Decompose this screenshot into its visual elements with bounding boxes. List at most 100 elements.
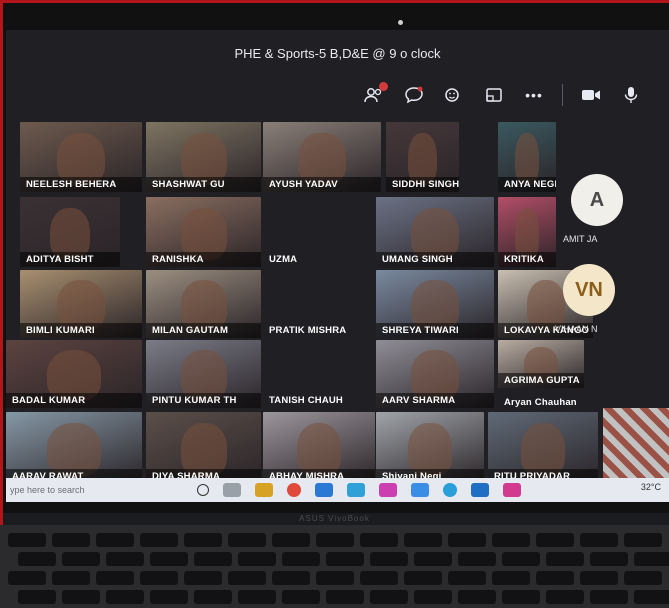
- keyboard-key: [360, 533, 398, 547]
- taskbar-search[interactable]: ype here to search: [6, 479, 190, 501]
- participant-name: TANISH CHAUH: [269, 395, 343, 406]
- participant-tile[interactable]: SIDDHI SINGH: [386, 122, 459, 192]
- participant-tile[interactable]: AARV SHARMA: [376, 340, 494, 408]
- keyboard-key: [272, 571, 310, 585]
- keyboard-key: [458, 590, 496, 604]
- avatar[interactable]: VN: [563, 264, 615, 316]
- meeting-title: PHE & Sports-5 B,D&E @ 9 o clock: [234, 46, 441, 61]
- participant-name: SHREYA TIWARI: [376, 323, 494, 338]
- keyboard-key: [150, 552, 188, 566]
- participant-tile[interactable]: Aryan Chauhan: [498, 390, 593, 410]
- chrome-icon[interactable]: [287, 483, 301, 497]
- keyboard-key: [370, 552, 408, 566]
- share-screen-icon[interactable]: [474, 82, 514, 108]
- meeting-toolbar: •••: [354, 82, 651, 108]
- more-glyph: •••: [525, 87, 543, 103]
- participant-tile[interactable]: PINTU KUMAR TH: [146, 340, 261, 408]
- task-view-icon[interactable]: [223, 483, 241, 497]
- more-icon[interactable]: •••: [514, 82, 554, 108]
- keyboard-key: [184, 571, 222, 585]
- participants-icon[interactable]: [354, 82, 394, 108]
- participant-tile[interactable]: AARAV RAWAT: [6, 412, 142, 484]
- keyboard-key: [96, 571, 134, 585]
- keyboard-key: [316, 533, 354, 547]
- keyboard-key: [404, 533, 442, 547]
- keyboard-key: [272, 533, 310, 547]
- participant-name: AYUSH YADAV: [263, 177, 381, 192]
- participant-tile[interactable]: MILAN GAUTAM: [146, 270, 261, 338]
- store-icon[interactable]: [315, 483, 333, 497]
- participant-tile[interactable]: TANISH CHAUH: [263, 340, 375, 408]
- participant-tile[interactable]: DIYA SHARMA: [146, 412, 261, 484]
- participant-name: RANISHKA: [146, 252, 261, 267]
- side-participant-name: AMIT JA: [563, 234, 598, 244]
- participant-tile[interactable]: KRITIKA: [498, 197, 556, 267]
- keyboard-key: [8, 533, 46, 547]
- keyboard-key: [194, 590, 232, 604]
- keyboard-key: [492, 571, 530, 585]
- participant-tile[interactable]: SHASHWAT GU: [146, 122, 261, 192]
- edge-icon[interactable]: [443, 483, 457, 497]
- keyboard-key: [282, 590, 320, 604]
- toolbar-separator: [562, 84, 563, 106]
- participant-name: KRITIKA: [498, 252, 556, 267]
- side-participants: A AMIT JA VN VIHAAN N: [555, 122, 669, 500]
- participant-name: BADAL KUMAR: [6, 393, 142, 408]
- keyboard-key: [8, 571, 46, 585]
- keyboard-key: [502, 590, 540, 604]
- participant-tile[interactable]: ABHAY MISHRA: [263, 412, 375, 484]
- keyboard-key: [458, 552, 496, 566]
- cortana-icon[interactable]: [197, 484, 209, 496]
- keyboard-key: [370, 590, 408, 604]
- keyboard-key: [238, 552, 276, 566]
- keyboard-key: [580, 533, 618, 547]
- participant-tile[interactable]: UMANG SINGH: [376, 197, 494, 267]
- keyboard-key: [18, 590, 56, 604]
- participant-tile[interactable]: NEELESH BEHERA: [20, 122, 142, 192]
- participant-tile[interactable]: BADAL KUMAR: [6, 340, 142, 408]
- laptop-brand: ASUS VivoBook: [299, 514, 370, 523]
- keyboard-key: [546, 552, 584, 566]
- keyboard-key: [448, 571, 486, 585]
- reactions-icon[interactable]: [434, 82, 474, 108]
- keyboard-key: [282, 552, 320, 566]
- participant-tile[interactable]: RANISHKA: [146, 197, 261, 267]
- keyboard-key: [492, 533, 530, 547]
- mail-icon[interactable]: [347, 483, 365, 497]
- avatar[interactable]: A: [571, 174, 623, 226]
- participant-tile[interactable]: SHREYA TIWARI: [376, 270, 494, 338]
- participant-tile[interactable]: Shivani Negi: [376, 412, 484, 484]
- keyboard-key: [546, 590, 584, 604]
- participant-name: AGRIMA GUPTA: [498, 373, 584, 388]
- file-explorer-icon[interactable]: [255, 483, 273, 497]
- teams-taskbar-icon[interactable]: [503, 483, 521, 497]
- participant-tile[interactable]: RITU PRIYADAR: [488, 412, 598, 484]
- chat-icon[interactable]: [394, 82, 434, 108]
- keyboard-key: [326, 552, 364, 566]
- keyboard-key: [150, 590, 188, 604]
- keyboard-key: [18, 552, 56, 566]
- keyboard-key: [238, 590, 276, 604]
- keyboard-key: [634, 590, 669, 604]
- participant-tile[interactable]: ADITYA BISHT: [20, 197, 120, 267]
- participant-name: Aryan Chauhan: [504, 397, 577, 408]
- participant-tile[interactable]: UZMA: [263, 232, 338, 267]
- app-icon[interactable]: [471, 483, 489, 497]
- participant-tile[interactable]: AGRIMA GUPTA: [498, 340, 584, 388]
- teams-meeting-window: PHE & Sports-5 B,D&E @ 9 o clock ••• NEE…: [6, 30, 669, 500]
- microphone-icon[interactable]: [611, 82, 651, 108]
- keyboard-key: [536, 533, 574, 547]
- participant-name: UMANG SINGH: [376, 252, 494, 267]
- app-icon[interactable]: [411, 483, 429, 497]
- participant-tile[interactable]: BIMLI KUMARI: [20, 270, 142, 338]
- participant-tile[interactable]: AYUSH YADAV: [263, 122, 381, 192]
- camera-icon[interactable]: [571, 82, 611, 108]
- keyboard-key: [140, 571, 178, 585]
- participant-name: MILAN GAUTAM: [146, 323, 261, 338]
- participant-name: SIDDHI SINGH: [386, 177, 459, 192]
- keyboard-key: [580, 571, 618, 585]
- photos-icon[interactable]: [379, 483, 397, 497]
- participant-tile[interactable]: ANYA NEGI: [498, 122, 556, 192]
- keyboard-key: [414, 552, 452, 566]
- participant-tile[interactable]: PRATIK MISHRA: [263, 272, 375, 338]
